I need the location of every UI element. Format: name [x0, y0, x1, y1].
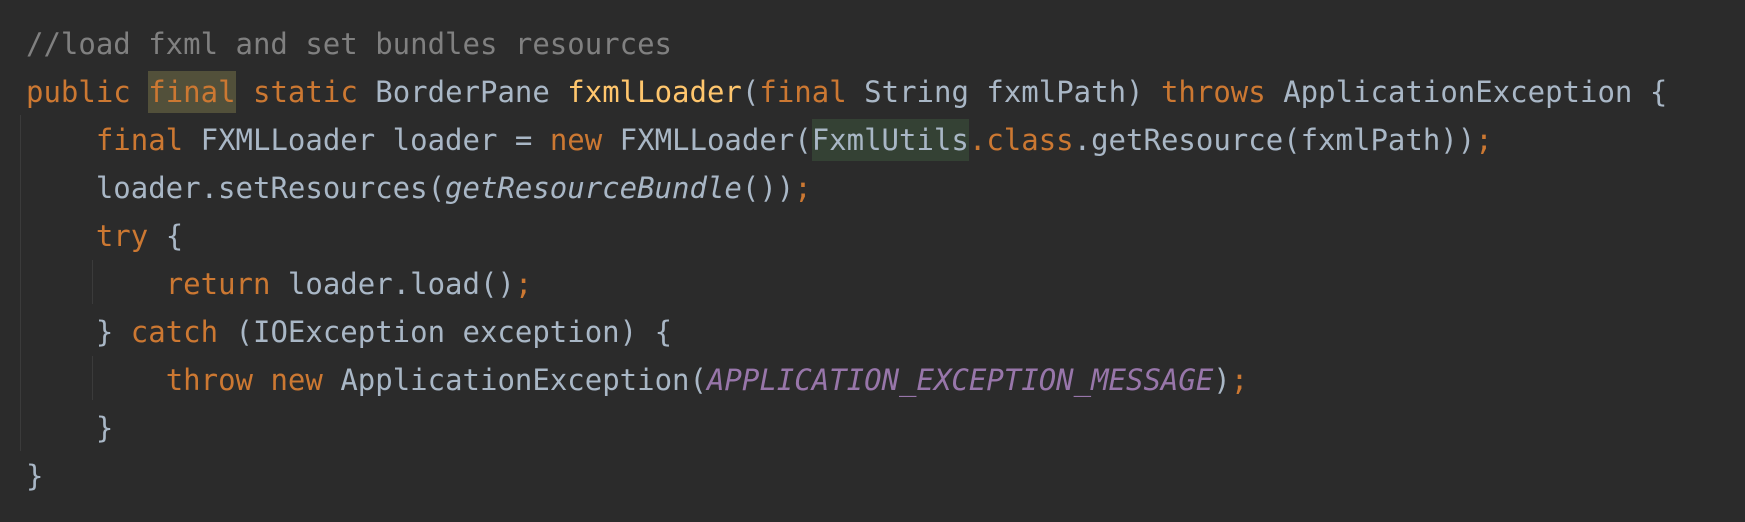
semicolon: ;: [1230, 363, 1249, 397]
keyword-final-highlighted: final: [148, 71, 236, 113]
static-method-call: getResourceBundle: [445, 171, 742, 205]
constructor-call: ApplicationException(: [322, 363, 707, 397]
constant: APPLICATION_EXCEPTION_MESSAGE: [706, 363, 1214, 397]
keyword-throws: throws: [1160, 75, 1266, 109]
catch-clause: (IOException exception) {: [218, 315, 673, 349]
keyword-final: final: [95, 123, 184, 157]
comment: //load fxml and set bundles resources: [26, 27, 673, 61]
keyword-catch: catch: [130, 315, 219, 349]
keyword-new: new: [549, 123, 603, 157]
semicolon: ;: [794, 171, 812, 205]
constructor-call: FXMLLoader(: [602, 123, 812, 157]
method-name: fxmlLoader: [567, 75, 742, 109]
class-reference-highlighted: FxmlUtils: [811, 119, 969, 161]
paren-open: (: [741, 75, 760, 109]
keyword-class: class: [986, 123, 1074, 157]
code-editor[interactable]: //load fxml and set bundles resources pu…: [0, 0, 1745, 522]
code-line-2[interactable]: public final static BorderPane fxmlLoade…: [26, 68, 1667, 116]
keyword-return: return: [165, 267, 271, 301]
dot: .: [968, 123, 987, 157]
code-line-8[interactable]: throw new ApplicationException(APPLICATI…: [26, 356, 1249, 404]
parameters: String fxmlPath): [846, 75, 1161, 109]
code-line-10[interactable]: }: [26, 452, 43, 500]
paren-close: ): [1213, 363, 1231, 397]
keyword-final-param: final: [759, 75, 847, 109]
keyword-try: try: [95, 219, 149, 253]
keyword-static: static: [253, 75, 358, 109]
brace-close: }: [26, 459, 44, 493]
code-line-9[interactable]: }: [26, 404, 113, 452]
method-call: loader.setResources(: [95, 171, 446, 205]
indent-guide-method-body: [20, 115, 21, 451]
method-call: .getResource(fxmlPath)): [1073, 123, 1476, 157]
semicolon: ;: [514, 267, 533, 301]
brace-close: }: [95, 315, 131, 349]
return-type: BorderPane: [357, 75, 568, 109]
method-call: loader.load(): [270, 267, 515, 301]
code-line-5[interactable]: try {: [26, 212, 183, 260]
code-line-4[interactable]: loader.setResources(getResourceBundle())…: [26, 164, 812, 212]
code-line-7[interactable]: } catch (IOException exception) {: [26, 308, 672, 356]
exception-type: ApplicationException {: [1265, 75, 1668, 109]
code-line-1[interactable]: //load fxml and set bundles resources: [26, 20, 672, 68]
keyword-public: public: [26, 75, 131, 109]
semicolon: ;: [1475, 123, 1493, 157]
declaration: FXMLLoader loader =: [183, 123, 550, 157]
brace-close: }: [95, 411, 114, 445]
keyword-throw: throw: [165, 363, 253, 397]
code-line-3[interactable]: final FXMLLoader loader = new FXMLLoader…: [26, 116, 1493, 164]
parens: ()): [741, 171, 795, 205]
code-line-6[interactable]: return loader.load();: [26, 260, 533, 308]
brace-open: {: [148, 219, 184, 253]
keyword-new: new: [270, 363, 323, 397]
